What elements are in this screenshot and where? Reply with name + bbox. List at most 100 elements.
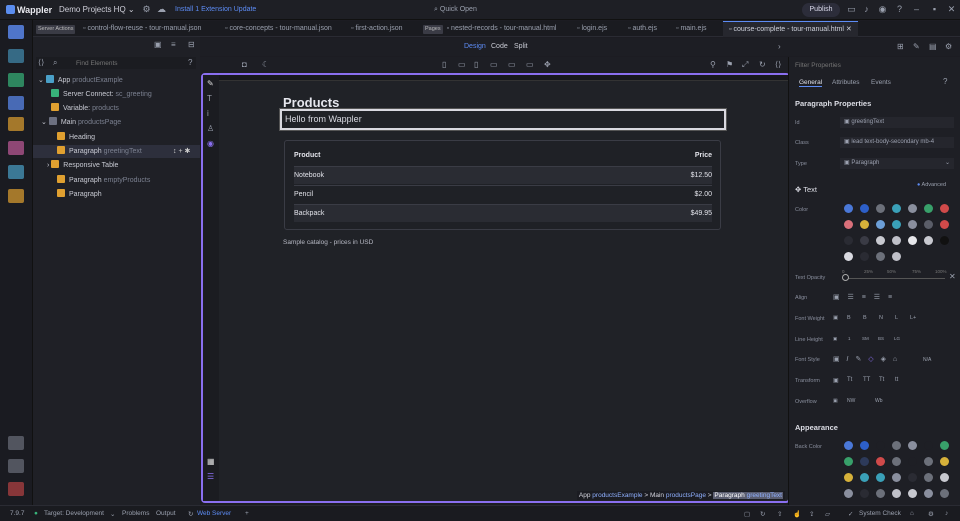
expand-icon[interactable]: ✥ [544,60,551,69]
problems-tab[interactable]: Problems [122,510,149,517]
color-swatch[interactable] [940,473,949,482]
transform-capitalize[interactable]: Tt [847,377,852,383]
project-selector[interactable]: Demo Projects HQ ⌄ [59,5,135,14]
weight-bolder[interactable]: B [863,315,867,321]
color-swatch[interactable] [892,473,901,482]
color-swatch[interactable] [876,489,885,498]
overflow-break[interactable]: Wb [875,398,883,404]
color-swatch[interactable] [892,457,901,466]
text-icon[interactable]: T [207,94,212,103]
color-swatch[interactable] [860,489,869,498]
tree-icon[interactable]: ⊟ [188,40,195,49]
settings-icon[interactable]: ⚙ [945,42,952,51]
color-swatch[interactable] [908,473,917,482]
layout-icon[interactable]: ▭ [846,4,857,15]
color-swatch[interactable] [844,473,853,482]
color-swatch[interactable] [892,220,901,229]
edit-icon[interactable]: ✎ [207,79,214,88]
color-swatch[interactable] [844,441,853,450]
tree-item-heading[interactable]: Heading [33,131,200,144]
color-swatch[interactable] [876,252,885,261]
paint-icon[interactable]: ♙ [207,124,214,133]
help-icon[interactable]: ? [943,77,947,86]
color-swatch[interactable] [844,220,853,229]
database-icon[interactable]: ▣ [154,40,162,49]
desktop-icon[interactable]: ▭ [508,60,516,69]
moon-icon[interactable]: ☾ [262,60,269,69]
color-swatch[interactable] [908,204,917,213]
align-options[interactable]: ▣ ☰ ≡ ☰ ≡ [833,293,892,301]
color-swatch[interactable] [924,473,933,482]
camera-icon[interactable]: ◘ [242,60,247,69]
tab-course-complete[interactable]: ▫ course-complete - tour-manual.html ✕ [723,21,858,37]
type-select[interactable]: ▣ Paragraph ⌄ [840,158,954,169]
help-icon[interactable]: ? [894,4,905,15]
info-icon[interactable]: i [207,109,209,118]
color-swatch[interactable] [908,457,917,466]
project-icon[interactable] [8,49,24,63]
breadcrumb-app-name[interactable]: productsExample [592,492,642,499]
code-mode-tab[interactable]: Code [491,43,508,50]
settings-icon[interactable]: ⚙ [928,510,934,518]
design-canvas[interactable]: ✎ T i ♙ ◉ ▦ ☰ Products Hello from Wapple… [201,73,790,503]
color-swatch[interactable] [844,204,853,213]
color-swatch[interactable] [892,204,901,213]
color-swatch[interactable] [876,220,885,229]
color-swatch[interactable] [860,457,869,466]
weight-normal[interactable]: N [879,315,883,321]
thumbs-up-icon[interactable]: ☝ [793,510,801,518]
color-swatch[interactable] [860,236,869,245]
fontstyle-none[interactable]: N/A [923,357,931,363]
tree-item-server-connect[interactable]: Server Connect: sc_greeting [33,88,200,101]
color-swatch[interactable] [892,489,901,498]
plus-icon[interactable]: + [245,510,249,517]
tab-first-action[interactable]: ▫ first-action.json [351,21,403,37]
fontstyle-options[interactable]: ▣ 𝐼 ✎ ◇ ◈ ⌂ [833,355,897,364]
mobile-icon[interactable]: ▯ [442,60,446,69]
color-swatch[interactable] [940,204,949,213]
filter-properties-input[interactable] [795,60,955,71]
color-swatch[interactable] [860,204,869,213]
color-swatch[interactable] [908,489,917,498]
tree-item-app[interactable]: ⌄ App productExample [33,74,200,87]
robot-icon[interactable] [8,189,24,203]
weight-light[interactable]: L [895,315,898,321]
design-mode-tab[interactable]: Design [464,43,486,50]
extensions-icon[interactable] [8,436,24,450]
tab-core-concepts[interactable]: ▫ core-concepts - tour-manual.json [225,21,332,37]
lh-1[interactable]: 1 [848,336,851,341]
grid-icon[interactable]: ▦ [207,457,215,466]
tab-events[interactable]: Events [871,79,891,86]
color-swatch[interactable] [908,236,917,245]
transform-options[interactable]: ▣ Tt TT Tt tt [833,377,898,384]
web-server-tab[interactable]: Web Server [197,510,231,517]
overflow-nowrap[interactable]: NW [847,398,855,404]
color-swatch[interactable] [844,457,853,466]
lh-base[interactable]: BS [878,336,884,341]
layout-icon[interactable]: ▢ [744,510,750,518]
color-swatch[interactable] [924,489,933,498]
weight-lighter[interactable]: L+ [910,315,916,321]
tab-attributes[interactable]: Attributes [832,79,859,86]
tab-auth[interactable]: ▫ auth.ejs [628,21,657,37]
opacity-handle[interactable] [842,274,849,281]
class-field[interactable]: ▣ lead text-body-secondary mb-4 [840,137,954,148]
color-swatch[interactable] [876,441,885,450]
color-swatch[interactable] [876,473,885,482]
weight-options[interactable]: ▣ B B N L L+ [833,315,916,321]
output-tab[interactable]: Output [156,510,176,517]
id-field[interactable]: ▣ greetingText [840,117,954,128]
list-icon[interactable]: ☰ [207,472,214,481]
chevron-right-icon[interactable]: › [778,42,781,51]
help-icon[interactable]: ? [188,58,192,67]
settings-icon[interactable] [8,459,24,473]
color-swatch[interactable] [892,252,901,261]
tablet-landscape-icon[interactable]: ▭ [458,60,466,69]
tab-control-flow[interactable]: ▫ control-flow-reuse - tour-manual.json [83,21,201,37]
extension-update-link[interactable]: Install 1 Extension Update [175,6,256,13]
catalog-caption[interactable]: Sample catalog - prices in USD [283,239,373,246]
server-connect-icon[interactable] [8,73,24,87]
lineheight-options[interactable]: ▣ 1 SM BS LG [833,336,900,342]
add-component-icon[interactable]: ⊞ [897,42,904,51]
color-swatch[interactable] [860,252,869,261]
